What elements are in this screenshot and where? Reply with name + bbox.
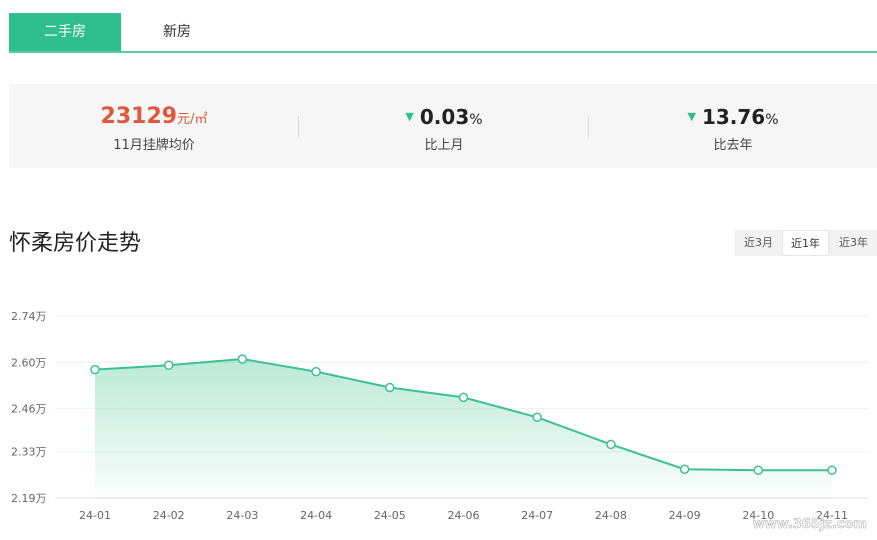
x-tick-label: 24-04 (300, 509, 332, 522)
data-point[interactable] (753, 465, 764, 475)
down-arrow-icon: ▼ (687, 110, 696, 123)
y-tick-label: 2.60万 (11, 356, 47, 369)
data-point[interactable] (163, 360, 174, 371)
month-over-month-value: 0.03 (419, 105, 470, 129)
average-price-value: 23129 (100, 104, 178, 129)
watermark: www.365jz.com (753, 517, 867, 532)
data-point[interactable] (458, 392, 469, 403)
average-price-stat: 23129元/㎡ 11月挂牌均价 (9, 84, 299, 168)
y-tick-label: 2.46万 (11, 403, 47, 416)
x-tick-label: 24-08 (595, 509, 627, 522)
average-price-label: 11月挂牌均价 (113, 138, 195, 153)
tab-second-hand[interactable]: 二手房 (9, 13, 121, 51)
housing-type-tabs: 二手房 新房 (9, 13, 877, 53)
y-axis-ticks: 2.74万 2.60万 2.46万 2.33万 2.19万 (11, 310, 47, 505)
chart-title: 怀柔房价走势 (9, 231, 142, 256)
month-over-month-stat: ▼ 0.03% 比上月 (299, 84, 589, 168)
tab-new-homes[interactable]: 新房 (121, 13, 233, 51)
y-tick-label: 2.19万 (11, 492, 47, 505)
data-point[interactable] (237, 354, 248, 364)
data-point[interactable] (679, 464, 690, 474)
price-trend-page: 二手房 新房 23129元/㎡ 11月挂牌均价 ▼ 0.03% 比上月 ▼ 13.7… (0, 0, 877, 540)
data-point[interactable] (606, 439, 616, 450)
data-point[interactable] (385, 382, 395, 393)
data-point[interactable] (311, 366, 321, 377)
down-arrow-icon: ▼ (405, 110, 414, 123)
month-over-month-unit: % (469, 112, 483, 128)
price-area-fill (95, 359, 832, 498)
range-3-years-button[interactable]: 近3年 (830, 230, 877, 256)
average-price-unit: 元/㎡ (177, 112, 208, 127)
year-over-year-label: 比去年 (713, 138, 753, 153)
x-axis-ticks: 24-01 24-02 24-03 24-04 24-05 24-06 24-07 24-08… (79, 509, 848, 522)
y-tick-label: 2.33万 (11, 446, 47, 459)
price-trend-chart: 2.74万2.60万2.46万2.33万2.19万 24-01 24-02 24-0… (11, 310, 868, 532)
data-point[interactable] (532, 412, 542, 423)
x-tick-label: 24-05 (374, 509, 406, 522)
month-over-month-label: 比上月 (424, 138, 464, 153)
x-tick-label: 24-07 (521, 509, 553, 522)
y-tick-label: 2.74万 (11, 310, 47, 323)
data-point[interactable] (827, 465, 837, 475)
x-tick-label: 24-03 (226, 509, 258, 522)
data-point[interactable] (90, 364, 100, 375)
time-range-selector: 近3月 近1年 近3年 (735, 230, 877, 256)
x-tick-label: 24-02 (153, 509, 185, 522)
x-tick-label: 24-01 (79, 509, 111, 522)
price-stats-panel: 23129元/㎡ 11月挂牌均价 ▼ 0.03% 比上月 ▼ 13.76% 比去年 (9, 84, 877, 168)
x-tick-label: 24-09 (669, 509, 701, 522)
year-over-year-stat: ▼ 13.76% 比去年 (589, 84, 877, 168)
year-over-year-unit: % (765, 112, 779, 128)
range-3-months-button[interactable]: 近3月 (735, 230, 782, 256)
x-tick-label: 24-06 (448, 509, 480, 522)
range-1-year-button[interactable]: 近1年 (782, 230, 829, 256)
year-over-year-value: 13.76 (701, 105, 766, 129)
